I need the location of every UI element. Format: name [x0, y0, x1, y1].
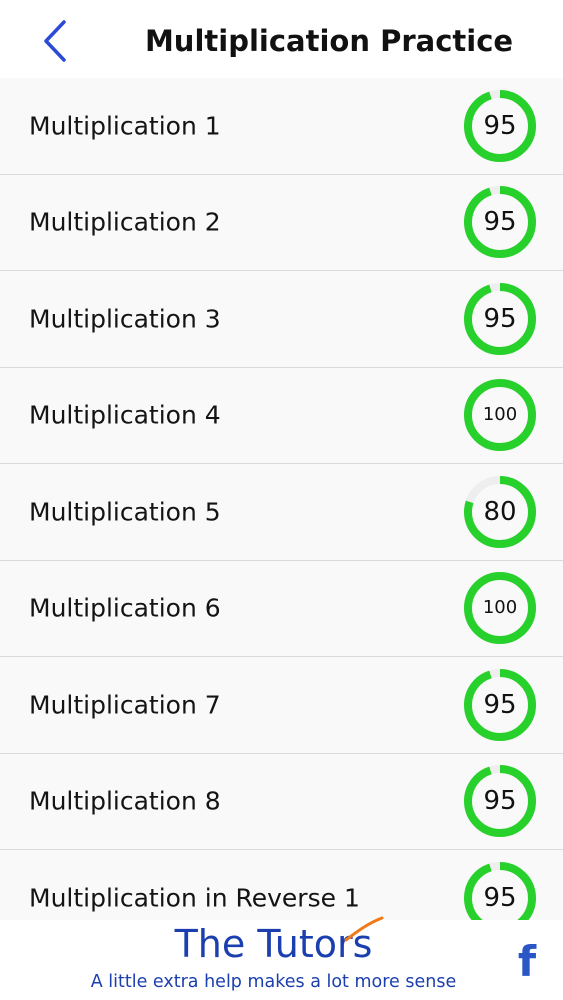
- score-value: 80: [483, 496, 517, 527]
- score-ring: 100: [464, 572, 536, 645]
- score-value: 95: [483, 689, 517, 720]
- list-item-label: Multiplication 5: [29, 497, 221, 527]
- list-item-label: Multiplication in Reverse 1: [29, 883, 360, 913]
- list-item[interactable]: Multiplication 2 95: [0, 174, 563, 271]
- list-item-label: Multiplication 4: [29, 400, 221, 430]
- list-item-label: Multiplication 2: [29, 207, 221, 237]
- score-ring: 95: [464, 668, 536, 741]
- score-value: 95: [483, 786, 517, 817]
- brand-tagline: A little extra help makes a lot more sen…: [90, 972, 457, 992]
- score-value: 100: [482, 597, 518, 619]
- lesson-list: Multiplication 1 95 Multiplication 2 95 Mult…: [0, 78, 563, 920]
- list-item[interactable]: Multiplication 7 95: [0, 657, 563, 754]
- score-value: 100: [482, 404, 518, 426]
- chevron-left-icon: [30, 16, 80, 66]
- list-item-label: Multiplication 1: [29, 111, 221, 141]
- list-item[interactable]: Multiplication 5 80: [0, 464, 563, 561]
- score-ring: 95: [464, 861, 536, 920]
- score-ring: 80: [464, 475, 536, 548]
- list-item[interactable]: Multiplication 1 95: [0, 78, 563, 175]
- facebook-icon[interactable]: f: [512, 941, 542, 983]
- list-item[interactable]: Multiplication in Reverse 1 95: [0, 850, 563, 920]
- swoosh-icon: [344, 916, 384, 942]
- score-ring: 95: [464, 89, 536, 162]
- list-item[interactable]: Multiplication 6 100: [0, 560, 563, 657]
- brand-name: The Tutors: [175, 916, 384, 966]
- score-value: 95: [483, 303, 517, 334]
- score-ring: 100: [464, 379, 536, 452]
- navigation-bar: Multiplication Practice: [0, 0, 563, 84]
- screen: Multiplication Practice Multiplication 1…: [0, 0, 563, 1000]
- list-item-label: Multiplication 8: [29, 786, 221, 816]
- score-value: 95: [483, 882, 517, 913]
- score-ring: 95: [464, 765, 536, 838]
- back-button[interactable]: [30, 16, 80, 66]
- footer-banner: The Tutors A little extra help makes a l…: [0, 916, 563, 1000]
- list-item-label: Multiplication 7: [29, 690, 221, 720]
- list-item-label: Multiplication 3: [29, 304, 221, 334]
- list-item[interactable]: Multiplication 3 95: [0, 271, 563, 368]
- score-ring: 95: [464, 186, 536, 259]
- score-value: 95: [483, 207, 517, 238]
- score-value: 95: [483, 110, 517, 141]
- list-item[interactable]: Multiplication 4 100: [0, 367, 563, 464]
- page-title: Multiplication Practice: [144, 24, 514, 58]
- score-ring: 95: [464, 282, 536, 355]
- list-item[interactable]: Multiplication 8 95: [0, 753, 563, 850]
- list-item-label: Multiplication 6: [29, 593, 221, 623]
- brand-logo[interactable]: The Tutors: [0, 916, 563, 966]
